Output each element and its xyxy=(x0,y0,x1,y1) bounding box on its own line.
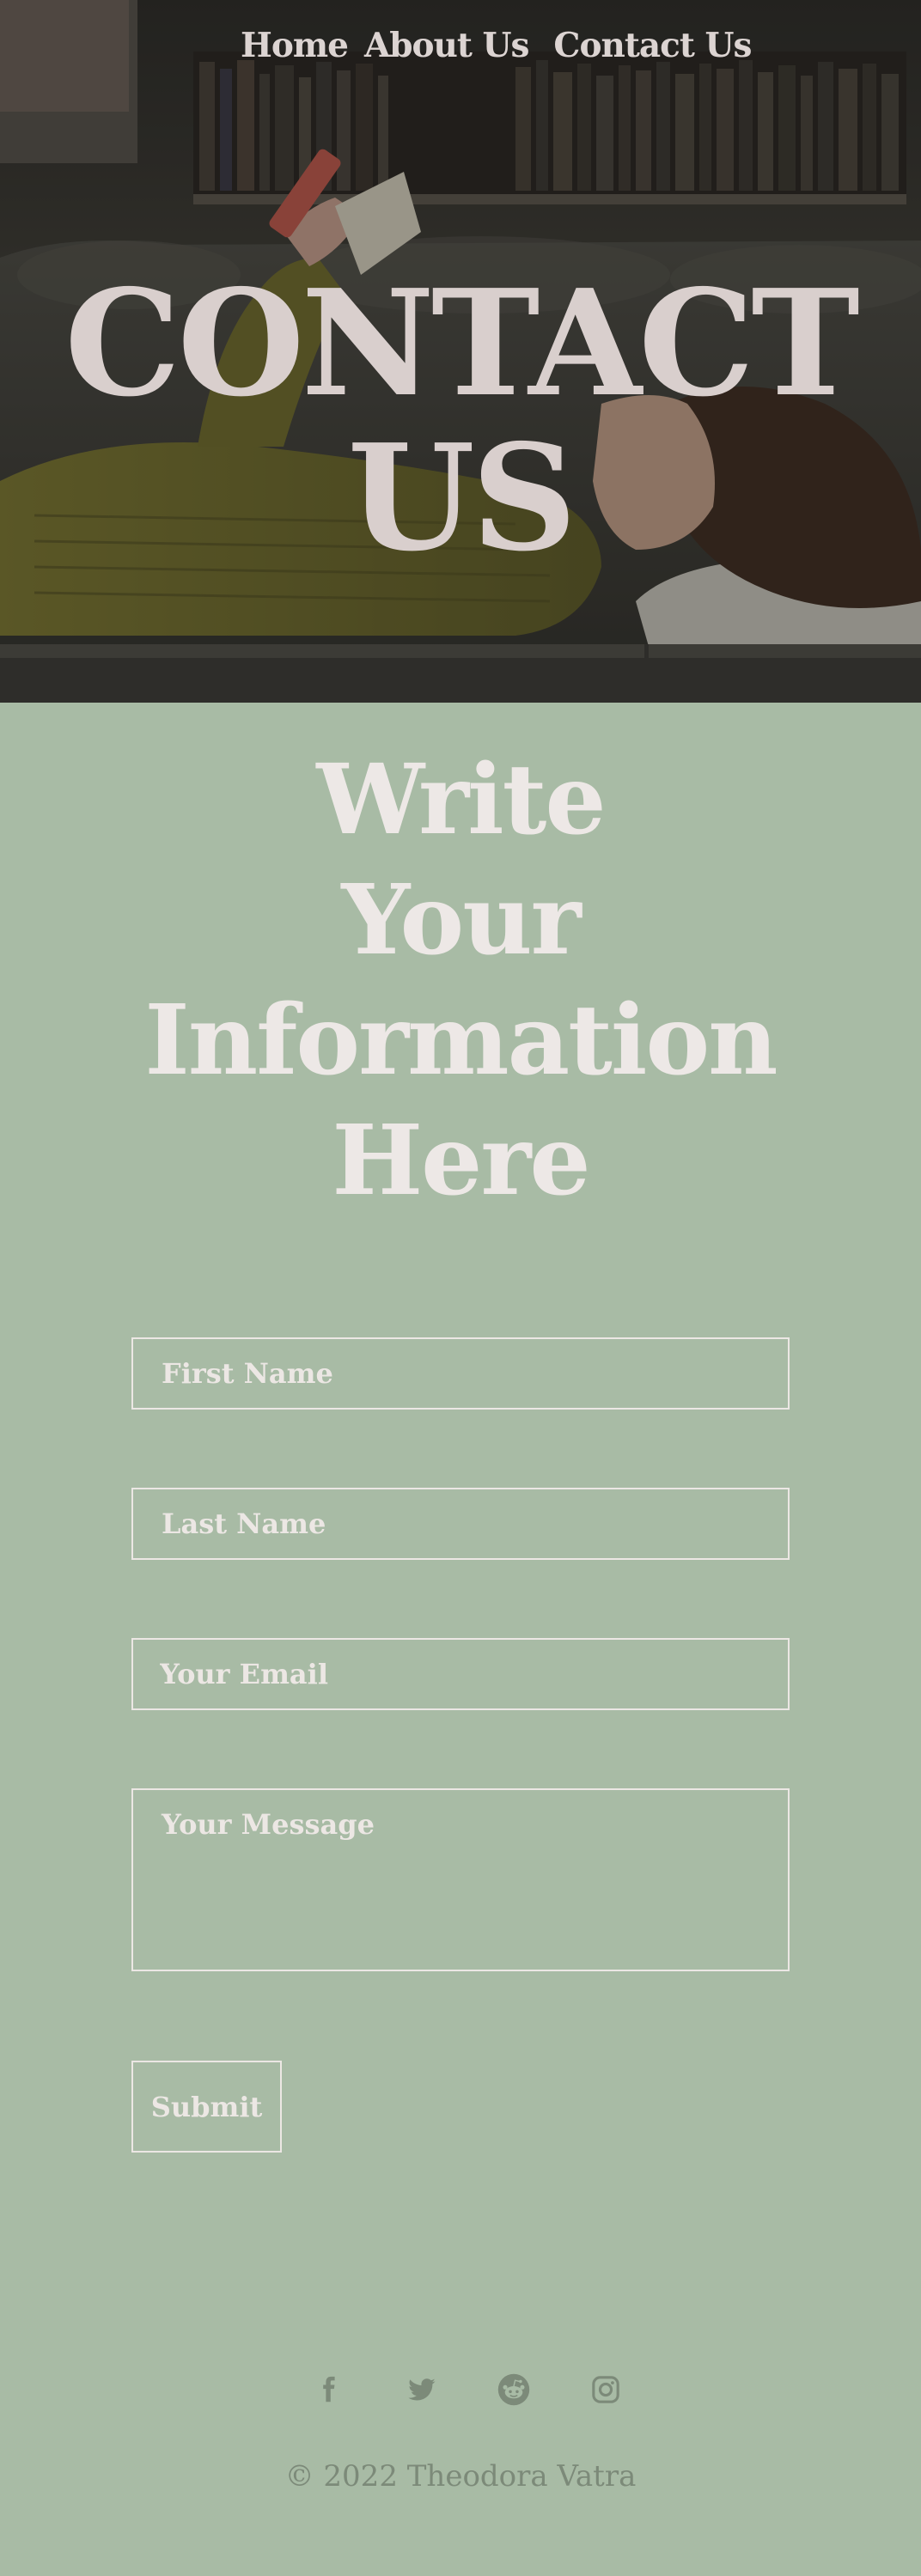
copyright-text: © 2022 Theodora Vatra xyxy=(284,2459,637,2494)
social-links xyxy=(0,2372,921,2407)
form-heading-line: Information xyxy=(144,984,778,1097)
first-name-field[interactable] xyxy=(131,1337,790,1410)
hero-title: CONTACT US xyxy=(0,266,921,575)
last-name-field[interactable] xyxy=(131,1488,790,1560)
form-heading: Write Your Information Here xyxy=(0,740,921,1221)
submit-button[interactable]: Submit xyxy=(131,2061,282,2153)
message-field[interactable] xyxy=(131,1788,790,1971)
nav-link-contact-us[interactable]: Contact Us xyxy=(553,26,752,65)
form-heading-line: Your xyxy=(341,864,581,977)
main-navigation: Home About Us Contact Us xyxy=(241,26,752,65)
hero-title-line: CONTACT xyxy=(64,258,860,429)
nav-link-home[interactable]: Home xyxy=(241,26,349,65)
reddit-icon[interactable] xyxy=(497,2372,531,2407)
email-field[interactable] xyxy=(131,1638,790,1710)
form-heading-line: Write xyxy=(316,744,606,856)
form-heading-line: Here xyxy=(332,1105,590,1217)
hero-banner: Home About Us Contact Us CONTACT US xyxy=(0,0,921,703)
twitter-icon[interactable] xyxy=(405,2372,439,2407)
facebook-icon[interactable] xyxy=(312,2372,346,2407)
nav-link-about-us[interactable]: About Us xyxy=(364,26,529,65)
hero-title-line: US xyxy=(347,412,576,584)
instagram-icon[interactable] xyxy=(589,2372,623,2407)
